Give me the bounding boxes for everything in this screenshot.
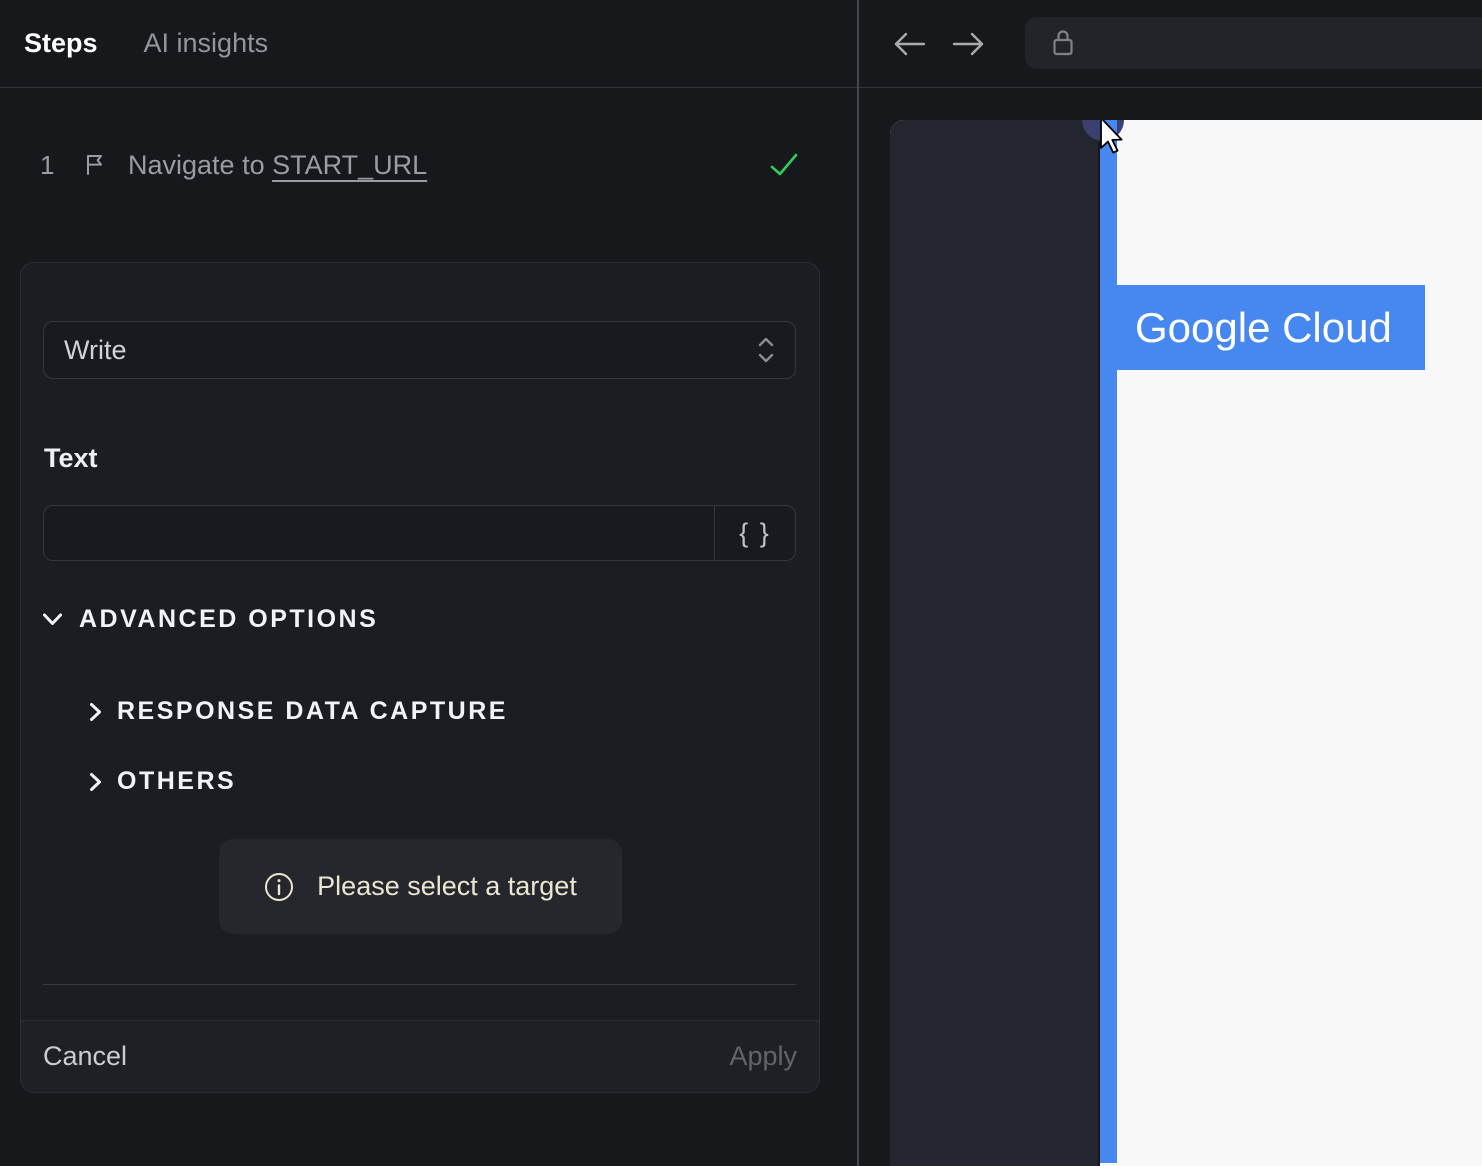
braces-icon: { }	[739, 517, 771, 548]
automation-builder-app: Steps AI insights 1 Navigate to START_UR…	[0, 0, 1482, 1166]
back-button[interactable]	[893, 31, 927, 57]
text-input-group: { }	[43, 505, 796, 561]
google-cloud-logo[interactable]: Google Cloud	[1117, 285, 1425, 370]
flag-icon	[82, 152, 108, 178]
tab-ai-insights[interactable]: AI insights	[144, 28, 269, 59]
apply-button[interactable]: Apply	[729, 1041, 797, 1072]
text-field-label: Text	[44, 443, 98, 473]
advanced-options-label: ADVANCED OPTIONS	[79, 605, 379, 633]
action-type-select[interactable]: Write	[43, 321, 796, 379]
text-value-input[interactable]	[44, 506, 714, 560]
advanced-options-toggle[interactable]: ADVANCED OPTIONS	[42, 605, 378, 634]
browser-panel: Google Cloud	[859, 0, 1482, 1166]
chevron-right-icon	[89, 702, 102, 722]
notice-text: Please select a target	[317, 871, 577, 901]
steps-panel: Steps AI insights 1 Navigate to START_UR…	[0, 0, 857, 1166]
cursor-pointer-icon	[1099, 120, 1125, 155]
response-data-capture-label: RESPONSE DATA CAPTURE	[117, 697, 508, 725]
action-select-value: Write	[64, 334, 127, 365]
forward-arrow-icon	[951, 31, 985, 57]
step-editor-card: Write Text { } ADVANCED OPTIONS RESPONSE…	[20, 262, 820, 1093]
google-cloud-logo-text: Google Cloud	[1135, 303, 1392, 351]
tab-steps[interactable]: Steps	[24, 28, 98, 59]
browser-toolbar	[859, 0, 1482, 88]
others-label: OTHERS	[117, 767, 237, 795]
url-bar[interactable]	[1025, 17, 1482, 69]
check-icon	[770, 153, 798, 177]
response-data-capture-toggle[interactable]: RESPONSE DATA CAPTURE	[89, 697, 508, 726]
left-tab-bar: Steps AI insights	[0, 0, 857, 88]
step-title: Navigate to START_URL	[128, 149, 428, 180]
step-item-1[interactable]: 1 Navigate to START_URL	[40, 138, 798, 192]
footer-divider	[43, 984, 796, 985]
start-url-link[interactable]: START_URL	[272, 150, 427, 180]
others-toggle[interactable]: OTHERS	[89, 767, 236, 796]
info-icon	[264, 872, 294, 902]
forward-button[interactable]	[951, 31, 985, 57]
lock-icon	[1051, 28, 1075, 58]
step-number: 1	[40, 149, 55, 180]
editor-footer: Cancel Apply	[21, 1020, 819, 1092]
cancel-button[interactable]: Cancel	[43, 1041, 127, 1072]
highlight-stripe	[1100, 120, 1117, 1163]
chevron-updown-icon	[757, 335, 775, 365]
chevron-down-icon	[42, 612, 63, 627]
variables-braces-button[interactable]: { }	[714, 506, 795, 560]
chevron-right-icon	[89, 772, 102, 792]
back-arrow-icon	[893, 31, 927, 57]
browser-viewport: Google Cloud	[890, 120, 1482, 1166]
page-sidebar-region	[890, 120, 1100, 1166]
select-target-notice: Please select a target	[219, 839, 622, 934]
